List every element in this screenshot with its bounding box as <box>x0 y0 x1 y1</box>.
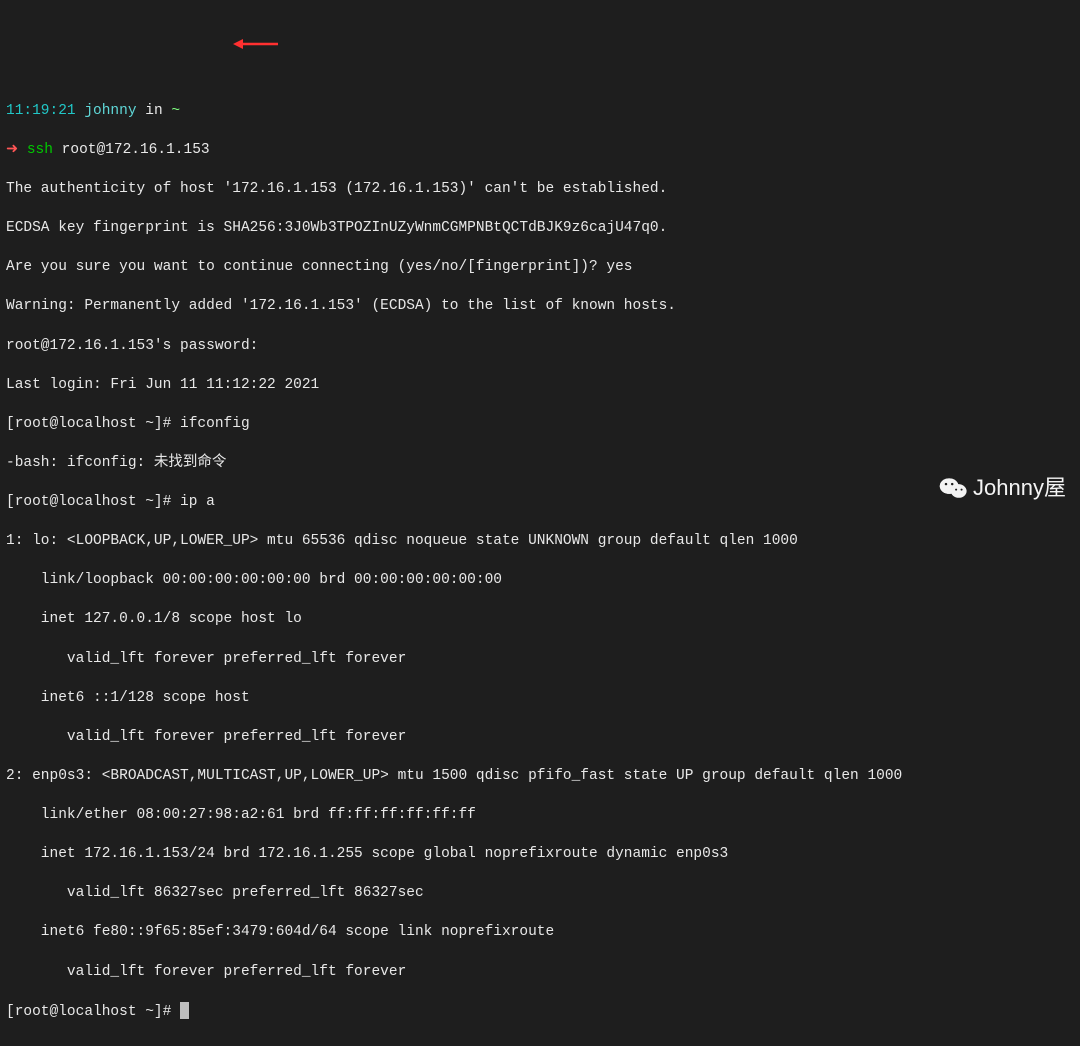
cmd-arg: root@172.16.1.153 <box>53 142 210 158</box>
output-line: valid_lft forever preferred_lft forever <box>6 963 1074 983</box>
cmd-ssh: ssh <box>27 142 53 158</box>
output-line: Last login: Fri Jun 11 11:12:22 2021 <box>6 376 1074 396</box>
output-line: valid_lft forever preferred_lft forever <box>6 728 1074 748</box>
output-line: inet 127.0.0.1/8 scope host lo <box>6 610 1074 630</box>
output-line: root@172.16.1.153's password: <box>6 337 1074 357</box>
output-line: [root@localhost ~]# ifconfig <box>6 415 1074 435</box>
output-line: inet6 ::1/128 scope host <box>6 689 1074 709</box>
path: ~ <box>171 103 180 119</box>
sep: in <box>137 103 172 119</box>
prompt-line-current[interactable]: [root@localhost ~]# <box>6 1002 1074 1023</box>
prompt-line-2: ➜ ssh root@172.16.1.153 <box>6 141 1074 161</box>
prompt-text: [root@localhost ~]# <box>6 1004 180 1020</box>
output-line: Are you sure you want to continue connec… <box>6 258 1074 278</box>
output-line: inet6 fe80::9f65:85ef:3479:604d/64 scope… <box>6 923 1074 943</box>
output-line: 1: lo: <LOOPBACK,UP,LOWER_UP> mtu 65536 … <box>6 532 1074 552</box>
annotation-arrow <box>216 18 261 30</box>
output-line: The authenticity of host '172.16.1.153 (… <box>6 180 1074 200</box>
output-line: [root@localhost ~]# ip a <box>6 493 1074 513</box>
output-line: 2: enp0s3: <BROADCAST,MULTICAST,UP,LOWER… <box>6 767 1074 787</box>
output-line: link/ether 08:00:27:98:a2:61 brd ff:ff:f… <box>6 806 1074 826</box>
prompt-symbol: ➜ <box>6 142 27 158</box>
output-line: inet 172.16.1.153/24 brd 172.16.1.255 sc… <box>6 845 1074 865</box>
time: 11:19:21 <box>6 103 76 119</box>
output-line: valid_lft forever preferred_lft forever <box>6 650 1074 670</box>
output-line: Warning: Permanently added '172.16.1.153… <box>6 297 1074 317</box>
user: johnny <box>84 103 136 119</box>
terminal[interactable]: 11:19:21 johnny in ~ ➜ ssh root@172.16.1… <box>6 82 1074 1042</box>
output-line: valid_lft 86327sec preferred_lft 86327se… <box>6 884 1074 904</box>
output-line: ECDSA key fingerprint is SHA256:3J0Wb3TP… <box>6 219 1074 239</box>
output-line: -bash: ifconfig: 未找到命令 <box>6 454 1074 474</box>
cursor <box>180 1002 189 1019</box>
prompt-line-1: 11:19:21 johnny in ~ <box>6 102 1074 122</box>
output-line: link/loopback 00:00:00:00:00:00 brd 00:0… <box>6 571 1074 591</box>
